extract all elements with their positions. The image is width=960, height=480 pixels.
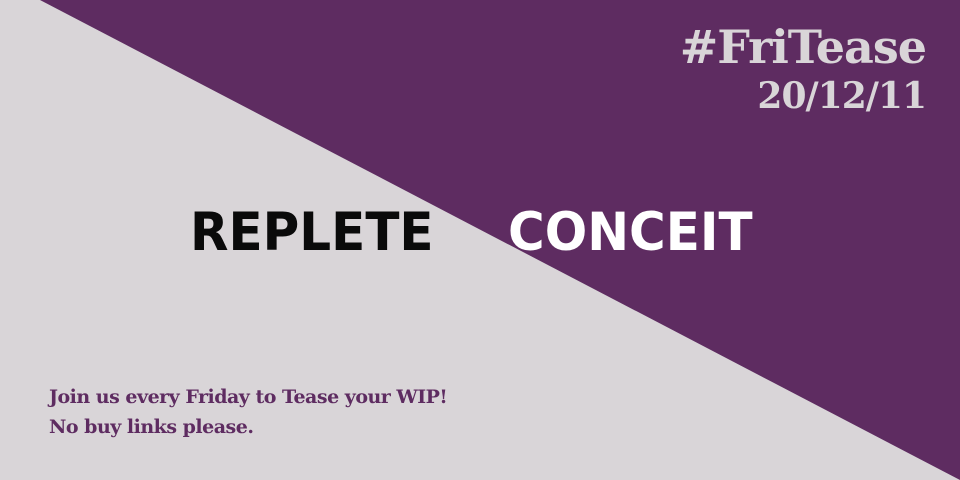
hashtag-title: #FriTease: [679, 20, 927, 74]
footer-line-1: Join us every Friday to Tease your WIP!: [49, 386, 448, 408]
word-right: CONCEIT: [508, 201, 753, 263]
banner: #FriTease 20/12/11 REPLETE CONCEIT Join …: [0, 0, 960, 480]
word-left: REPLETE: [190, 201, 434, 263]
date-label: 20/12/11: [757, 75, 927, 117]
footer-line-2: No buy links please.: [49, 416, 254, 438]
